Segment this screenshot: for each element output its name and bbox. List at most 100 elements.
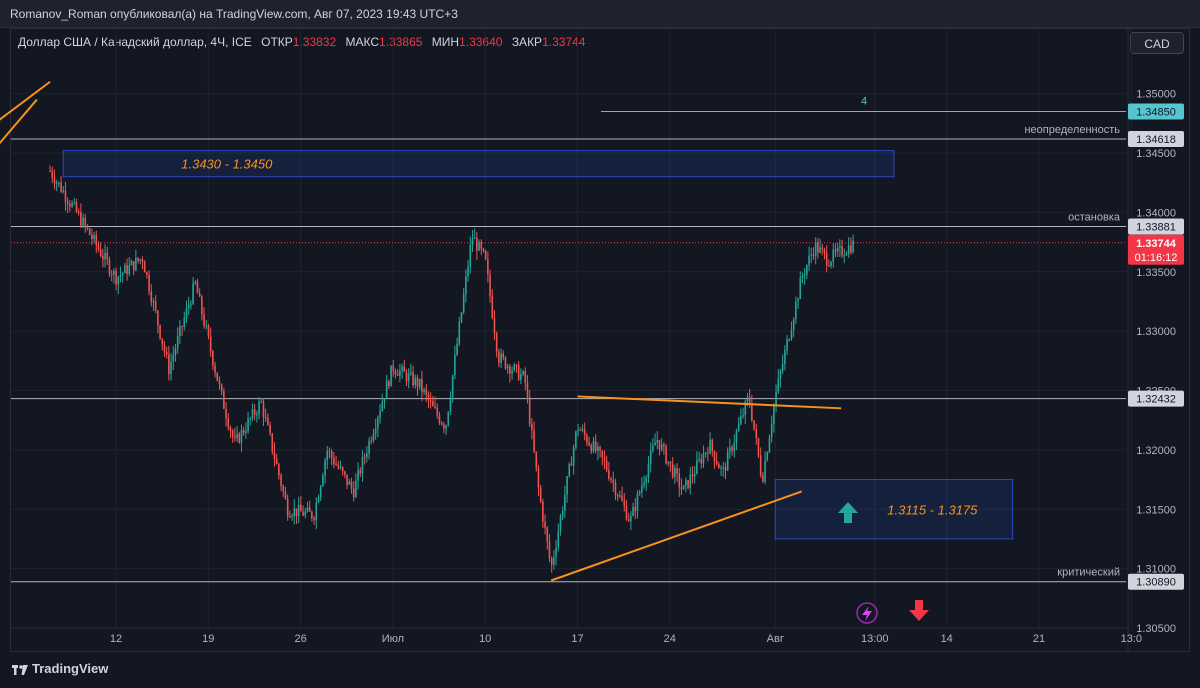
candle-body (524, 371, 527, 383)
candle-body (790, 329, 793, 340)
candle-body (355, 480, 357, 498)
candle-body (735, 431, 738, 443)
candle-body (333, 457, 335, 465)
candle-body (88, 228, 91, 235)
candle-body (379, 410, 381, 418)
candle-body (91, 234, 93, 240)
candle-body (700, 459, 703, 464)
x-tick-label: 14 (941, 633, 953, 645)
candle-body (564, 494, 566, 511)
candle-body (86, 225, 89, 229)
candle-body (610, 478, 612, 481)
candle-body (143, 261, 146, 273)
x-tick-label: Авг (767, 633, 784, 645)
candle-body (460, 312, 463, 323)
candle-body (599, 446, 601, 451)
candle-body (528, 396, 531, 425)
x-tick-label: 13:0 (1121, 633, 1142, 645)
candle-body (526, 382, 529, 397)
candle-body (220, 384, 223, 392)
candle-body (469, 245, 472, 267)
candle-body (660, 444, 663, 450)
candle-body (99, 249, 102, 257)
candle-body (473, 237, 476, 239)
candle-body (687, 480, 689, 488)
candle-body (236, 433, 238, 439)
candle-body (784, 350, 786, 364)
candle-body (302, 511, 304, 516)
candle-body (104, 252, 106, 260)
candle-body (423, 389, 425, 392)
candle-body (190, 303, 192, 306)
candle-body (187, 305, 190, 309)
level-note: критический (1057, 567, 1120, 579)
candle-body (181, 326, 183, 328)
candle-body (396, 373, 399, 376)
candle-body (757, 438, 760, 456)
candle-body (363, 456, 366, 458)
candle-body (456, 343, 458, 355)
candle-body (71, 203, 73, 207)
candle-body (572, 447, 575, 466)
candle-body (443, 424, 445, 429)
price-chart[interactable]: 1.3430 - 1.3450 1.3115 - 1.3175 4 неопреде… (0, 0, 1200, 688)
level-note: остановка (1068, 212, 1121, 224)
candle-body (546, 527, 549, 542)
candle-body (55, 182, 58, 184)
candle-body (627, 519, 630, 522)
candle-body (383, 398, 386, 402)
candle-body (359, 469, 362, 474)
candle-body (733, 442, 736, 451)
candle-body (434, 406, 436, 408)
candle-body (759, 455, 762, 476)
candle-body (381, 401, 384, 411)
candle-body (357, 469, 359, 481)
tradingview-logo[interactable]: TradingView (12, 661, 108, 676)
candle-body (808, 255, 810, 266)
y-tick-label: 1.34500 (1136, 148, 1176, 160)
y-tick-label: 1.35000 (1136, 89, 1176, 101)
candle-body (649, 450, 652, 464)
countdown-label: 01:16:12 (1135, 252, 1178, 264)
candle-body (69, 203, 71, 207)
candle-body (522, 371, 524, 375)
down-arrow-shape (909, 600, 929, 621)
candle-body (682, 485, 685, 490)
candle-body (113, 270, 115, 275)
candle-body (603, 457, 606, 461)
candle-body (385, 381, 388, 399)
candle-body (421, 378, 423, 392)
candle-body (297, 504, 300, 517)
candle-body (825, 252, 828, 266)
candle-body (810, 254, 813, 256)
candle-body (346, 474, 348, 485)
candle-body (137, 257, 139, 261)
candle-body (839, 246, 841, 248)
level-price-label: 1.32432 (1136, 394, 1176, 406)
candle-body (108, 259, 111, 274)
candle-body (498, 351, 500, 364)
candle-body (801, 275, 804, 278)
lightning-event-icon (856, 602, 878, 624)
candle-body (348, 481, 351, 485)
candle-body (317, 497, 320, 503)
candle-body (579, 429, 582, 431)
candle-body (590, 445, 593, 452)
candle-body (658, 439, 661, 450)
candle-body (544, 521, 546, 528)
candle-body (75, 202, 78, 212)
candle-body (306, 507, 309, 512)
candle-body (196, 281, 199, 294)
candle-body (449, 397, 452, 412)
lightning-bolt (862, 606, 872, 621)
candle-body (377, 417, 379, 429)
candle-body (502, 353, 505, 358)
candle-body (465, 276, 467, 295)
candle-body (612, 480, 615, 483)
candle-body (447, 411, 450, 426)
candle-body (154, 301, 157, 311)
candle-body (630, 515, 632, 522)
candle-body (128, 265, 131, 275)
candle-body (531, 424, 533, 431)
candle-body (665, 446, 667, 464)
